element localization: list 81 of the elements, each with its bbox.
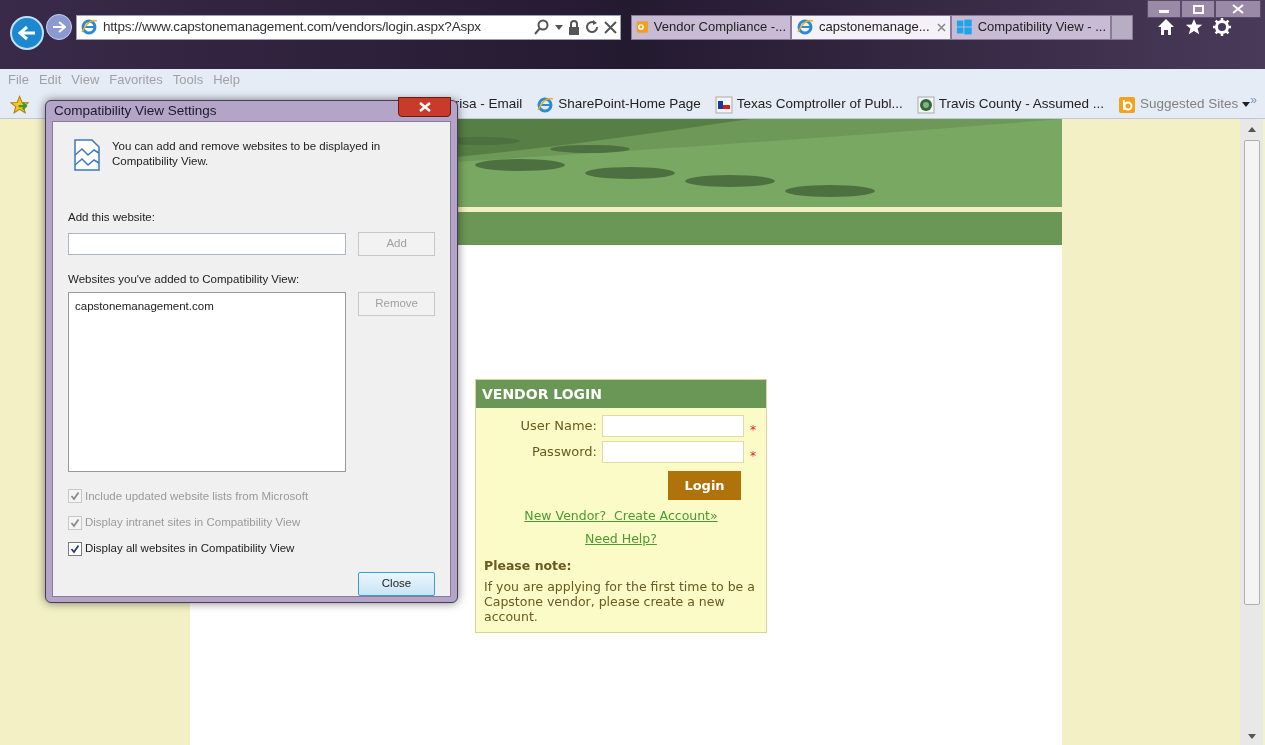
favorite-link[interactable]: Suggested Sites [1140, 94, 1239, 115]
scrollbar[interactable] [1240, 119, 1263, 745]
refresh-icon[interactable] [585, 20, 599, 34]
page-icon [74, 139, 100, 172]
login-button[interactable]: Login [668, 471, 741, 500]
note-text: If you are applying for the first time to be a Capstone vendor, please create a new account. [484, 579, 756, 625]
back-arrow-icon [18, 25, 36, 41]
link[interactable]: Need Help? [585, 529, 657, 549]
menu-item[interactable]: Tools [172, 70, 204, 90]
add-button[interactable]: Add [358, 231, 435, 256]
required-icon: * [750, 421, 756, 439]
website-list[interactable]: capstonemanagement.com [68, 291, 347, 472]
browser-tab[interactable]: Vendor Compliance -... [631, 14, 791, 40]
remove-button[interactable]: Remove [358, 291, 435, 316]
option-label: Display intranet sites in Compatibility View [85, 515, 301, 530]
list-item[interactable]: capstonemanagement.com [75, 297, 340, 315]
home-icon[interactable] [1157, 18, 1175, 36]
lock-icon[interactable] [568, 19, 580, 35]
url-text: https://www.capstonemanagement.com/vendors/login.aspx?Aspx [103, 17, 481, 36]
mail-app-icon [636, 18, 649, 36]
field-label: Add this website: [68, 210, 156, 226]
search-icon[interactable] [534, 19, 550, 35]
scroll-down-icon[interactable] [1247, 734, 1256, 739]
browser-e-icon [536, 95, 555, 114]
close-button[interactable] [398, 97, 451, 118]
stop-icon[interactable] [604, 20, 617, 34]
close-tab-icon[interactable] [937, 22, 946, 32]
more-chevron-icon[interactable]: » [1250, 90, 1265, 109]
seal-icon [916, 95, 935, 114]
close-icon [418, 102, 431, 113]
maximize-button[interactable] [1181, 0, 1215, 18]
required-icon: * [750, 447, 756, 465]
forward-arrow-icon [52, 21, 66, 33]
browser-e-icon [80, 18, 98, 36]
note-title: Please note: [484, 556, 573, 575]
favorites-star-icon[interactable] [10, 94, 30, 115]
tab-title: Vendor Compliance -... [653, 18, 786, 37]
close-icon [1232, 4, 1244, 14]
login-title: VENDOR LOGIN [482, 384, 603, 404]
minimize-button[interactable] [1147, 0, 1181, 18]
new-tab-button[interactable] [1111, 14, 1133, 40]
dialog-intro: You can add and remove websites to be displayed in Compatibility View. [112, 139, 382, 170]
scroll-thumb[interactable] [1243, 140, 1260, 605]
settings-icon[interactable] [1213, 18, 1231, 36]
windows-logo-icon [956, 18, 973, 36]
tab-title: Compatibility View - ... [977, 18, 1106, 37]
link[interactable]: New Vendor? Create Account» [524, 507, 718, 526]
option-label: Display all websites in Compatibility View [85, 541, 295, 557]
menu-item[interactable]: View [71, 70, 100, 90]
dropdown-caret-icon[interactable] [1242, 102, 1251, 107]
menu-item[interactable]: Help [213, 70, 240, 90]
suggested-sites-icon [1118, 95, 1136, 114]
browser-e-icon [796, 18, 814, 36]
maximize-icon [1192, 4, 1204, 14]
favorite-link[interactable]: Texas Comptroller of Publ... [736, 94, 903, 115]
scroll-up-icon[interactable] [1247, 127, 1256, 132]
dialog-title: Compatibility View Settings [53, 102, 217, 120]
menu-item[interactable]: File [8, 70, 29, 90]
browser-tab[interactable]: capstonemanage... [791, 14, 951, 40]
address-bar[interactable]: https://www.capstonemanagement.com/vendors/login.aspx?Aspx [76, 14, 621, 40]
menu-item[interactable]: Favorites [109, 70, 163, 90]
menu-item[interactable]: Edit [38, 70, 62, 90]
favorite-link[interactable]: Travis County - Assumed ... [938, 94, 1104, 115]
field-label: User Name: [520, 417, 597, 436]
website-input[interactable] [68, 232, 347, 255]
input-field[interactable] [602, 415, 744, 437]
close-button[interactable] [1215, 0, 1261, 18]
field-label: Password: [531, 443, 597, 462]
flag-icon [714, 95, 733, 114]
star-icon[interactable] [1185, 18, 1203, 36]
minimize-icon [1159, 10, 1169, 13]
list-label: Websites you've added to Compatibility View: [68, 271, 301, 287]
favorite-link[interactable]: SharePoint-Home Page [558, 94, 701, 115]
dropdown-caret-icon[interactable] [555, 24, 563, 30]
tab-title: capstonemanage... [819, 18, 930, 37]
back-button[interactable] [10, 16, 44, 50]
input-field[interactable] [602, 441, 744, 463]
browser-tab[interactable]: Compatibility View - ... [951, 14, 1111, 40]
checkbox[interactable] [68, 541, 82, 556]
close-dialog-button[interactable]: Close [358, 571, 435, 596]
option-label: Include updated website lists from Microsoft [85, 488, 309, 504]
